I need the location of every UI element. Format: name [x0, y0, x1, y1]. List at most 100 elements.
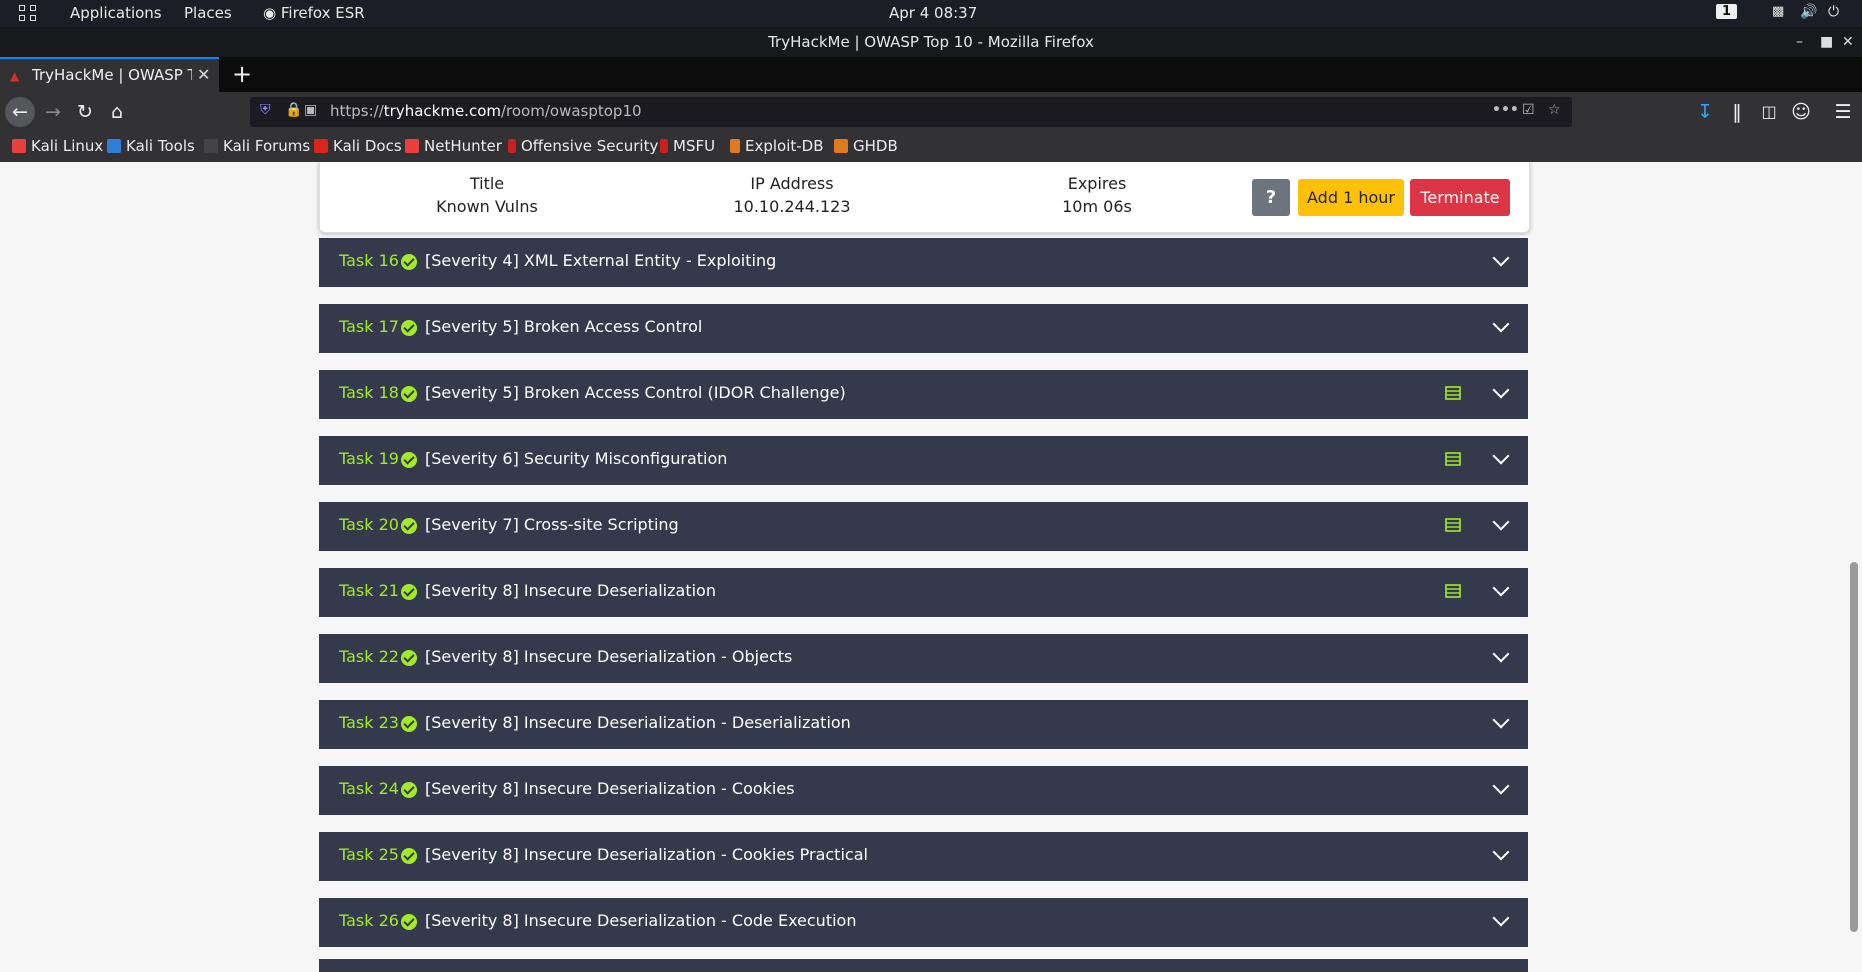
add-1-hour-button[interactable]: Add 1 hour — [1298, 179, 1404, 216]
forward-arrow-icon[interactable]: → — [38, 97, 68, 127]
reload-icon[interactable]: ↻ — [70, 97, 100, 127]
home-icon[interactable]: ⌂ — [102, 97, 132, 127]
ghdb-icon — [834, 139, 848, 153]
task-row[interactable]: Task 18 [Severity 5] Broken Access Contro… — [319, 370, 1528, 419]
task-number: Task 21 — [339, 581, 399, 600]
task-notes-icon[interactable] — [1445, 451, 1461, 467]
minimize-icon[interactable]: – — [1796, 27, 1803, 57]
task-notes-icon[interactable] — [1445, 517, 1461, 533]
task-title: [Severity 5] Broken Access Control (IDOR… — [425, 383, 846, 402]
expand-chevron-icon[interactable] — [1492, 315, 1510, 333]
lock-icon[interactable]: 🔒 — [285, 102, 302, 118]
task-row[interactable]: Task 25 [Severity 8] Insecure Deserializa… — [319, 832, 1528, 881]
bookmark-nethunter[interactable]: NetHunter — [405, 137, 502, 155]
bookmark-kali-linux[interactable]: Kali Linux — [12, 137, 103, 155]
bookmark-star-icon[interactable]: ☆ — [1548, 102, 1561, 118]
expand-chevron-icon[interactable] — [1492, 513, 1510, 531]
task-number: Task 18 — [339, 383, 399, 402]
tracking-shield-icon[interactable]: ⛨ — [260, 102, 271, 118]
applications-menu[interactable]: Applications — [70, 4, 162, 22]
url-text[interactable]: https://tryhackme.com/room/owasptop10 — [330, 102, 642, 120]
bookmark-kali-docs[interactable]: Kali Docs — [314, 137, 402, 155]
close-tab-icon[interactable]: ✕ — [197, 65, 210, 84]
task-row[interactable]: Task 22 [Severity 8] Insecure Deserializa… — [319, 634, 1528, 683]
machine-title-value: Known Vulns — [436, 197, 538, 216]
completed-check-icon — [401, 584, 417, 600]
completed-check-icon — [401, 650, 417, 666]
expand-chevron-icon[interactable] — [1492, 249, 1510, 267]
expand-chevron-icon[interactable] — [1492, 777, 1510, 795]
task-row-partial[interactable] — [319, 959, 1528, 972]
bookmark-kali-forums[interactable]: Kali Forums — [204, 137, 310, 155]
kali-docs-icon — [314, 139, 328, 153]
account-icon[interactable]: ☺ — [1786, 97, 1816, 127]
task-row[interactable]: Task 23 [Severity 8] Insecure Deserializa… — [319, 700, 1528, 749]
machine-expires-column: Expires 10m 06s — [997, 174, 1197, 216]
task-row[interactable]: Task 16 [Severity 4] XML External Entity … — [319, 238, 1528, 287]
clock[interactable]: Apr 4 08:37 — [889, 4, 977, 22]
task-row[interactable]: Task 20 [Severity 7] Cross-site Scripting — [319, 502, 1528, 551]
library-icon[interactable]: ‖ — [1722, 97, 1752, 127]
task-row[interactable]: Task 21 [Severity 8] Insecure Deserializa… — [319, 568, 1528, 617]
expand-chevron-icon[interactable] — [1492, 645, 1510, 663]
task-notes-icon[interactable] — [1445, 385, 1461, 401]
maximize-icon[interactable]: ■ — [1820, 27, 1833, 57]
task-notes-icon[interactable] — [1445, 583, 1461, 599]
terminate-button[interactable]: Terminate — [1410, 179, 1510, 216]
expand-chevron-icon[interactable] — [1492, 447, 1510, 465]
task-number: Task 16 — [339, 251, 399, 270]
bookmark-msfu[interactable]: MSFU — [660, 137, 715, 155]
hamburger-menu-icon[interactable]: ☰ — [1828, 97, 1858, 127]
tab-tryhackme[interactable]: ▲ TryHackMe | OWASP Top 10 ✕ — [0, 57, 219, 92]
task-row[interactable]: Task 24 [Severity 8] Insecure Deserializa… — [319, 766, 1528, 815]
page-actions-icon[interactable]: ••• — [1492, 102, 1519, 118]
expand-chevron-icon[interactable] — [1492, 579, 1510, 597]
task-title: [Severity 7] Cross-site Scripting — [425, 515, 679, 534]
expand-chevron-icon[interactable] — [1492, 381, 1510, 399]
kali-tools-icon — [107, 139, 121, 153]
back-arrow-icon[interactable]: ← — [5, 97, 35, 127]
power-icon[interactable]: ⏻ — [1828, 4, 1839, 20]
machine-expires-value: 10m 06s — [1062, 197, 1132, 216]
firefox-app-menu[interactable]: ◉ Firefox ESR — [263, 4, 365, 22]
expand-chevron-icon[interactable] — [1492, 711, 1510, 729]
tryhackme-favicon-icon: ▲ — [10, 69, 20, 83]
close-window-icon[interactable]: ✕ — [1842, 27, 1854, 57]
scrollbar-thumb[interactable] — [1850, 562, 1858, 932]
app-grid-icon[interactable] — [19, 5, 39, 22]
kali-dragon-icon — [12, 139, 26, 153]
task-row[interactable]: Task 19 [Severity 6] Security Misconfigur… — [319, 436, 1528, 485]
pocket-icon[interactable]: ☑ — [1522, 102, 1535, 118]
bookmark-offensive-security[interactable]: Offensive Security — [508, 137, 658, 155]
navigation-toolbar: ← → ↻ ⌂ ⛨ 🔒 ▣ https://tryhackme.com/room… — [0, 92, 1862, 132]
bookmark-kali-tools[interactable]: Kali Tools — [107, 137, 195, 155]
expand-chevron-icon[interactable] — [1492, 909, 1510, 927]
task-number: Task 26 — [339, 911, 399, 930]
completed-check-icon — [401, 848, 417, 864]
downloads-icon[interactable]: ↧ — [1690, 97, 1720, 127]
workspace-indicator[interactable]: 1 — [1716, 4, 1738, 19]
bookmark-ghdb[interactable]: GHDB — [834, 137, 898, 155]
system-top-bar: Applications Places ◉ Firefox ESR Apr 4 … — [0, 0, 1862, 27]
completed-check-icon — [401, 518, 417, 534]
help-tray-icon[interactable]: ▩ — [1772, 4, 1784, 19]
new-tab-icon[interactable]: + — [232, 60, 252, 88]
task-row[interactable]: Task 26 [Severity 8] Insecure Deserializa… — [319, 898, 1528, 947]
tab-strip: ▲ TryHackMe | OWASP Top 10 ✕ + — [0, 57, 1862, 92]
permissions-icon[interactable]: ▣ — [304, 102, 317, 118]
places-menu[interactable]: Places — [184, 4, 232, 22]
volume-icon[interactable]: 🔊 — [1800, 4, 1817, 20]
task-row[interactable]: Task 17 [Severity 5] Broken Access Contro… — [319, 304, 1528, 353]
window-title-bar: TryHackMe | OWASP Top 10 - Mozilla Firef… — [0, 27, 1862, 57]
task-title: [Severity 8] Insecure Deserialization - … — [425, 647, 793, 666]
page-scrollbar[interactable] — [1850, 162, 1858, 972]
url-bar[interactable]: ⛨ 🔒 ▣ https://tryhackme.com/room/owaspto… — [250, 97, 1572, 127]
bookmark-exploit-db[interactable]: Exploit-DB — [730, 137, 824, 155]
sidebar-icon[interactable]: ◫ — [1754, 97, 1784, 127]
expand-chevron-icon[interactable] — [1492, 843, 1510, 861]
task-title: [Severity 8] Insecure Deserialization — [425, 581, 716, 600]
exploit-db-icon — [730, 139, 740, 153]
task-title: [Severity 5] Broken Access Control — [425, 317, 703, 336]
kali-forums-icon — [204, 139, 218, 153]
machine-help-button[interactable]: ? — [1252, 179, 1290, 216]
